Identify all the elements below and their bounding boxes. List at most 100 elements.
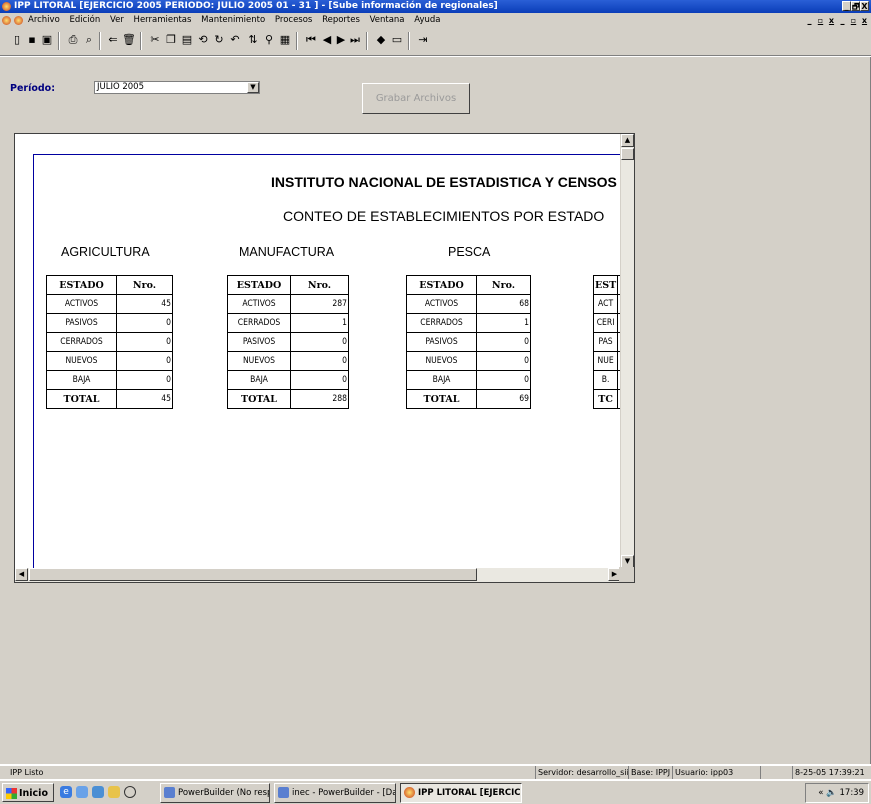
taskbar-item-ipp-litoral[interactable]: IPP LITORAL [EJERCIC... <box>400 783 522 803</box>
menu-procesos[interactable]: Procesos <box>275 15 312 25</box>
toolbar-separator <box>296 32 298 50</box>
document-menu-icon[interactable] <box>14 16 23 25</box>
window-icon[interactable]: ▭ <box>390 33 404 47</box>
toolbar-separator <box>408 32 410 50</box>
delete-icon[interactable]: 🗑 <box>122 33 136 47</box>
print-icon[interactable]: ⎙ <box>66 33 80 47</box>
clock[interactable]: 17:39 <box>840 788 865 798</box>
refresh-icon[interactable]: ↻ <box>212 33 226 47</box>
toolbar-separator <box>366 32 368 50</box>
sort-icon[interactable]: ⇅ <box>246 33 260 47</box>
table-row: BAJA 0 <box>406 370 531 390</box>
menu-ventana[interactable]: Ventana <box>370 15 405 25</box>
report-title: INSTITUTO NACIONAL DE ESTADISTICA Y CENS… <box>271 174 617 190</box>
total-label: TOTAL <box>227 389 291 409</box>
first-icon[interactable]: ⏮ <box>304 33 318 47</box>
minimize-button[interactable]: _ <box>842 1 851 11</box>
table-row: NUEVOS 0 <box>227 351 349 371</box>
menu-ayuda[interactable]: Ayuda <box>414 15 440 25</box>
update-icon[interactable]: ◆ <box>374 33 388 47</box>
taskbar-item-label: PowerBuilder (No respon... <box>178 788 269 798</box>
table-row: ACT <box>592 294 621 314</box>
nro-cell: 0 <box>116 370 173 390</box>
table-row: ACTIVOS 68 <box>406 294 531 314</box>
mdi2-close-button[interactable]: x <box>860 16 869 27</box>
total-value: 45 <box>116 389 173 409</box>
menu-reportes[interactable]: Reportes <box>322 15 360 25</box>
col-nro: Nro. <box>116 275 173 295</box>
cut-icon[interactable]: ✂ <box>148 33 162 47</box>
scroll-left-icon[interactable]: ◀ <box>15 568 28 581</box>
total-row: TOTAL 69 <box>406 389 531 409</box>
undo-icon[interactable]: ↶ <box>228 33 242 47</box>
exit-icon[interactable]: ⇥ <box>416 33 430 47</box>
status-servidor: Servidor: desarrollo_sii <box>535 766 629 779</box>
table-row: NUEVOS 0 <box>46 351 173 371</box>
periodo-select[interactable]: JULIO 2005 ▼ <box>94 81 260 94</box>
media-icon[interactable] <box>124 786 136 798</box>
taskbar-item-powerbuilder[interactable]: PowerBuilder (No respon... <box>160 783 270 803</box>
nro-cell: 0 <box>116 313 173 333</box>
app-menu-icon[interactable] <box>2 16 11 25</box>
new-icon[interactable]: ▯ <box>10 33 24 47</box>
table-row: CERRADOS 0 <box>46 332 173 352</box>
tray-chevron-icon[interactable]: « <box>818 788 823 798</box>
insert-icon[interactable]: ⇐ <box>106 33 120 47</box>
menu-bar: Archivo Edición Ver Herramientas Manteni… <box>0 13 871 28</box>
taskbar-item-label: inec - PowerBuilder - [Da... <box>292 788 396 798</box>
mdi2-restore-button[interactable]: ▫ <box>849 16 858 27</box>
vertical-scroll-thumb[interactable] <box>621 148 634 160</box>
nro-cell: 0 <box>290 351 349 371</box>
outlook-icon[interactable] <box>92 786 104 798</box>
estado-cell: BAJA <box>406 370 477 390</box>
restore-button[interactable]: 🗗 <box>851 1 860 11</box>
save-as-icon[interactable]: ▣ <box>40 33 54 47</box>
mdi2-minimize-button[interactable]: _ <box>838 16 847 27</box>
previous-icon[interactable]: ◀ <box>320 33 334 47</box>
menu-edicion[interactable]: Edición <box>69 15 100 25</box>
taskbar-item-inec[interactable]: inec - PowerBuilder - [Da... <box>274 783 396 803</box>
status-bar: IPP Listo Servidor: desarrollo_sii Base:… <box>0 766 871 779</box>
total-value: 288 <box>290 389 349 409</box>
taskbar: Inicio e PowerBuilder (No respon... inec… <box>0 780 871 804</box>
menu-archivo[interactable]: Archivo <box>28 15 60 25</box>
total-row: TC <box>592 389 621 409</box>
vertical-scrollbar[interactable]: ▲ ▼ <box>620 134 634 568</box>
taskbar-item-label: IPP LITORAL [EJERCIC... <box>418 788 522 798</box>
volume-icon[interactable]: 🔈 <box>826 788 837 798</box>
retrieve-icon[interactable]: ⟲ <box>196 33 210 47</box>
show-desktop-icon[interactable] <box>76 786 88 798</box>
mdi-restore-button[interactable]: ▫ <box>816 16 825 27</box>
copy-icon[interactable]: ❐ <box>164 33 178 47</box>
close-button[interactable]: X <box>860 1 869 11</box>
table-row: ACTIVOS 287 <box>227 294 349 314</box>
table-row: PASIVOS 0 <box>406 332 531 352</box>
menu-herramientas[interactable]: Herramientas <box>134 15 192 25</box>
mdi-close-button[interactable]: x <box>827 16 836 27</box>
calendar-icon[interactable]: ▦ <box>278 33 292 47</box>
paste-icon[interactable]: ▤ <box>180 33 194 47</box>
powerbuilder-icon[interactable] <box>108 786 120 798</box>
last-icon[interactable]: ⏭ <box>348 33 362 47</box>
filter-icon[interactable]: ⚲ <box>262 33 276 47</box>
internet-explorer-icon[interactable]: e <box>60 786 72 798</box>
estado-cell: BAJA <box>46 370 117 390</box>
estado-cell: PASIVOS <box>227 332 291 352</box>
menu-mantenimiento[interactable]: Mantenimiento <box>201 15 265 25</box>
col-estado: EST <box>592 275 619 295</box>
total-label: TOTAL <box>406 389 477 409</box>
nro-cell: 1 <box>290 313 349 333</box>
menu-ver[interactable]: Ver <box>110 15 124 25</box>
start-button[interactable]: Inicio <box>2 783 54 802</box>
horizontal-scroll-thumb[interactable] <box>29 568 477 581</box>
next-icon[interactable]: ▶ <box>334 33 348 47</box>
chevron-down-icon[interactable]: ▼ <box>247 82 259 93</box>
col-estado: ESTADO <box>46 275 117 295</box>
save-icon[interactable]: ▪ <box>25 33 39 47</box>
print-preview-icon[interactable]: ⌕ <box>82 33 96 47</box>
mdi-minimize-button[interactable]: _ <box>805 16 814 27</box>
nro-cell: 0 <box>476 351 531 371</box>
horizontal-scrollbar[interactable]: ◀ ▶ <box>15 568 621 582</box>
scroll-up-icon[interactable]: ▲ <box>621 134 634 147</box>
grabar-archivos-button[interactable]: Grabar Archivos <box>362 83 470 114</box>
